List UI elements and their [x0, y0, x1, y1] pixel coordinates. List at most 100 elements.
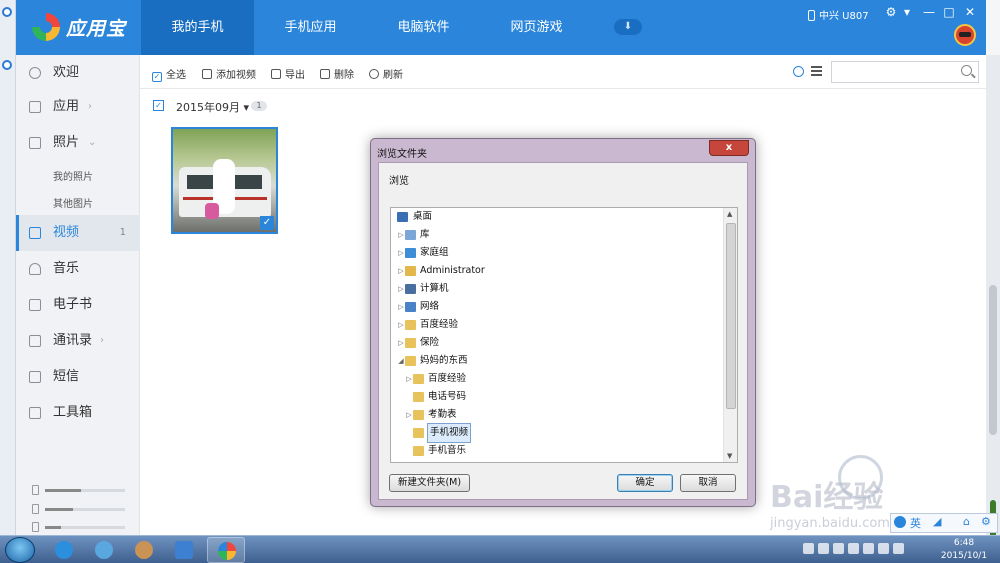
settings-icon[interactable]: ⚙ — [883, 5, 899, 19]
expand-arrow-icon[interactable]: ▷ — [397, 298, 405, 316]
sidebar-item-music[interactable]: 音乐 — [16, 251, 140, 287]
tray-shield-icon[interactable] — [803, 543, 814, 554]
refresh-button[interactable]: 刷新 — [369, 66, 403, 81]
ime-punctuation-icon[interactable]: ◢ — [933, 515, 941, 528]
expand-arrow-icon[interactable]: ▷ — [405, 406, 413, 424]
sidebar-item-label: 照片 — [53, 135, 80, 150]
toolbar: ✓ 全选 添加视频 导出 删除 刷新 — [140, 55, 986, 89]
folder-icon — [413, 446, 424, 456]
select-all-button[interactable]: ✓ 全选 — [152, 66, 186, 82]
ime-language[interactable]: 英 — [910, 515, 921, 531]
tab-web-games[interactable]: 网页游戏 — [480, 0, 593, 55]
tab-my-phone[interactable]: 我的手机 — [141, 0, 254, 55]
app-brand: 应用宝 — [66, 18, 127, 40]
sidebar: 欢迎 应用 › 照片 ⌄ 我的照片 其他图片 视频 1 音乐 电子书 通讯录 ›… — [16, 55, 140, 535]
download-manager-button[interactable]: ⬇ — [614, 19, 642, 35]
list-view-icon[interactable] — [811, 66, 822, 76]
watermark-text: Bai经验 — [770, 480, 884, 515]
start-button[interactable] — [5, 537, 35, 563]
scroll-down-icon[interactable]: ▼ — [727, 452, 732, 460]
ok-button[interactable]: 确定 — [617, 474, 673, 492]
dialog-body: 浏览 桌面 ▷ 库 ▷ 家庭组 ▷ Administrator ▷ 计算机 ▷ 网络 ▷ 百度经验 ▷ 保险… — [378, 162, 748, 500]
library-icon — [405, 230, 416, 240]
search-icon[interactable] — [961, 65, 972, 76]
tray-app-icon[interactable] — [848, 543, 859, 554]
add-video-label: 添加视频 — [216, 70, 256, 81]
contacts-icon — [29, 335, 41, 347]
active-indicator — [16, 215, 19, 251]
ime-logo-icon — [894, 516, 906, 528]
tray-volume-icon[interactable] — [893, 543, 904, 554]
taskbar-ie-button[interactable] — [45, 537, 83, 563]
sidebar-subitem-my-photos[interactable]: 我的照片 — [53, 168, 93, 183]
expand-arrow-icon[interactable]: ▷ — [397, 262, 405, 280]
scrollbar-thumb[interactable] — [989, 285, 997, 435]
sidebar-item-toolbox[interactable]: 工具箱 — [16, 395, 140, 431]
video-thumbnail[interactable]: ✓ — [171, 127, 278, 234]
taskbar-app-button[interactable] — [125, 537, 163, 563]
avatar[interactable] — [954, 24, 976, 46]
folder-icon — [405, 338, 416, 348]
scroll-up-icon[interactable]: ▲ — [727, 210, 732, 218]
taskbar-yingyongbao-button[interactable] — [207, 537, 245, 563]
sidebar-item-label: 音乐 — [53, 261, 80, 276]
cancel-button[interactable]: 取消 — [680, 474, 736, 492]
add-video-button[interactable]: 添加视频 — [202, 66, 256, 81]
close-icon[interactable]: ✕ — [962, 5, 978, 19]
folder-icon — [413, 410, 424, 420]
menu-icon[interactable]: ▾ — [899, 5, 915, 19]
sidebar-item-contacts[interactable]: 通讯录 › — [16, 323, 140, 359]
sms-icon — [29, 371, 41, 383]
sidebar-item-welcome[interactable]: 欢迎 — [16, 55, 140, 91]
welcome-icon — [29, 67, 41, 79]
new-folder-button[interactable]: 新建文件夹(M) — [389, 474, 470, 492]
dialog-close-button[interactable]: x — [709, 140, 749, 156]
ime-skin-icon[interactable]: ⌂ — [963, 515, 970, 528]
tray-app-icon[interactable] — [818, 543, 829, 554]
tray-app-icon[interactable] — [863, 543, 874, 554]
yingyongbao-icon — [218, 542, 236, 560]
clock-icon[interactable] — [793, 66, 804, 77]
sidebar-item-photos[interactable]: 照片 ⌄ — [16, 125, 140, 161]
tab-phone-apps[interactable]: 手机应用 — [254, 0, 367, 55]
sidebar-subitem-other-images[interactable]: 其他图片 — [53, 195, 93, 210]
tree-scrollbar[interactable]: ▲ ▼ — [723, 208, 737, 462]
expand-arrow-icon[interactable]: ▷ — [397, 280, 405, 298]
tab-pc-software[interactable]: 电脑软件 — [367, 0, 480, 55]
export-button[interactable]: 导出 — [271, 66, 305, 81]
close-icon: x — [725, 142, 733, 153]
expand-arrow-icon[interactable]: ▷ — [397, 334, 405, 352]
title-bar: 应用宝 我的手机 手机应用 电脑软件 网页游戏 ⬇ 中兴 U807 ⚙ ▾ — … — [16, 0, 986, 55]
desktop-icon[interactable] — [2, 7, 12, 17]
taskbar-clock[interactable]: 6:48 2015/10/1 — [934, 537, 994, 563]
minimize-icon[interactable]: — — [921, 5, 937, 19]
expanded-arrow-icon[interactable]: ◢ — [397, 352, 405, 370]
selected-check-icon[interactable]: ✓ — [260, 216, 274, 230]
expand-arrow-icon[interactable]: ▷ — [405, 370, 413, 388]
delete-button[interactable]: 删除 — [320, 66, 354, 81]
search-input[interactable] — [831, 61, 979, 83]
expand-arrow-icon[interactable]: ▷ — [397, 244, 405, 262]
desktop-icon[interactable] — [2, 60, 12, 70]
ime-toolbar[interactable]: 英 ◢ ⌂ ⚙ — [890, 513, 998, 533]
device-name[interactable]: 中兴 U807 — [808, 7, 869, 22]
tray-network-icon[interactable] — [878, 543, 889, 554]
tray-app-icon[interactable] — [833, 543, 844, 554]
sidebar-item-apps[interactable]: 应用 › — [16, 89, 140, 125]
video-icon — [29, 227, 41, 239]
folder-icon — [413, 428, 424, 438]
tree-scrollbar-thumb[interactable] — [726, 223, 736, 409]
expand-arrow-icon[interactable]: ▷ — [397, 316, 405, 334]
taskbar-app-button[interactable] — [165, 537, 203, 563]
sidebar-item-sms[interactable]: 短信 — [16, 359, 140, 395]
ime-settings-icon[interactable]: ⚙ — [981, 515, 991, 528]
folder-tree-label: 库 — [420, 229, 430, 240]
group-date[interactable]: 2015年09月 ▾ — [176, 99, 249, 115]
sidebar-item-ebooks[interactable]: 电子书 — [16, 287, 140, 323]
taskbar-app-button[interactable] — [85, 537, 123, 563]
group-checkbox[interactable]: ✓ — [153, 100, 164, 111]
sidebar-item-video[interactable]: 视频 1 — [16, 215, 140, 251]
folder-tree-label: 家庭组 — [420, 247, 449, 258]
maximize-icon[interactable]: □ — [941, 5, 957, 19]
expand-arrow-icon[interactable]: ▷ — [397, 226, 405, 244]
